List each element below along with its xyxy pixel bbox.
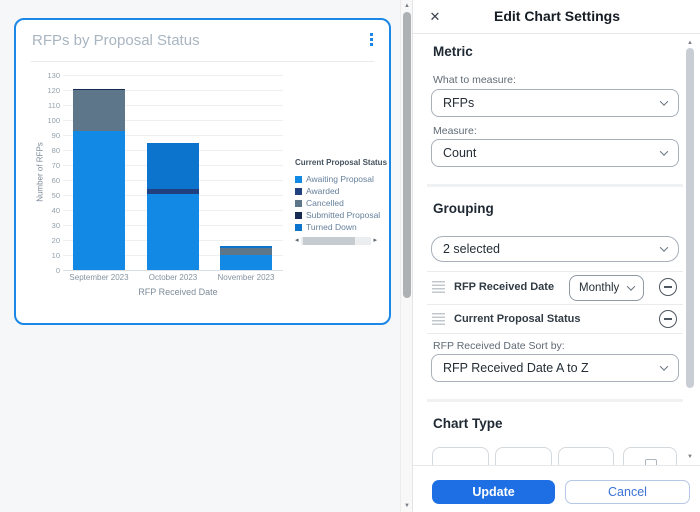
legend-item[interactable]: Awaiting Proposal (295, 173, 385, 185)
row-divider (427, 271, 683, 272)
grouping-row-label: RFP Received Date (454, 281, 555, 293)
panel-header: ✕ Edit Chart Settings (413, 0, 700, 34)
bar-segment[interactable] (147, 193, 199, 270)
legend-swatch (295, 211, 302, 219)
chevron-down-icon (626, 282, 636, 291)
row-divider (427, 333, 683, 334)
what-to-measure-select[interactable]: RFPs (431, 89, 679, 117)
metric-heading: Metric (433, 44, 473, 59)
chevron-down-icon (659, 362, 669, 371)
panel-scroll-thumb[interactable] (686, 48, 694, 388)
y-axis-tick: 60 (51, 176, 60, 185)
bar-segment[interactable] (73, 90, 125, 131)
legend-label: Awarded (306, 186, 340, 196)
y-axis-tick: 130 (47, 71, 60, 80)
what-to-measure-label: What to measure: (433, 74, 516, 86)
drag-handle-icon[interactable] (432, 313, 445, 325)
page-background: RFPs by Proposal Status 0 10 20 30 40 50 60 70 8… (0, 0, 400, 512)
panel-footer: Update Cancel (413, 465, 700, 512)
chart-legend: Current Proposal Status Awaiting Proposa… (295, 158, 388, 233)
y-axis-tick: 100 (47, 116, 60, 125)
grouping-multiselect[interactable]: 2 selected (431, 236, 679, 262)
grouping-heading: Grouping (433, 201, 494, 216)
legend-label: Turned Down (306, 222, 357, 232)
sort-by-select[interactable]: RFP Received Date A to Z (431, 354, 679, 382)
update-button[interactable]: Update (432, 480, 555, 504)
section-divider (427, 184, 683, 187)
legend-scroll-track[interactable] (300, 236, 372, 245)
legend-item[interactable]: Submitted Proposal (295, 209, 385, 221)
grouping-row-label: Current Proposal Status (454, 313, 581, 325)
sort-by-value: RFP Received Date A to Z (443, 361, 589, 375)
sort-by-label: RFP Received Date Sort by: (433, 340, 565, 352)
measure-value: Count (443, 146, 477, 160)
bar-segment[interactable] (220, 255, 272, 270)
y-axis-tick: 120 (47, 86, 60, 95)
scroll-down-icon[interactable]: ▼ (685, 452, 695, 462)
cancel-button[interactable]: Cancel (565, 480, 690, 504)
remove-grouping-icon[interactable] (659, 278, 677, 296)
legend-swatch (295, 199, 302, 207)
y-axis-tick: 110 (48, 101, 60, 110)
legend-label: Awaiting Proposal (306, 174, 374, 184)
x-axis-tick: September 2023 (69, 273, 129, 282)
edit-chart-settings-panel: ✕ Edit Chart Settings Metric What to mea… (412, 0, 700, 512)
measure-label: Measure: (433, 125, 477, 137)
chart-card: RFPs by Proposal Status 0 10 20 30 40 50 60 70 8… (14, 18, 391, 325)
page-scrollbar[interactable]: ▲ ▼ (400, 0, 412, 512)
scroll-right-icon[interactable]: ▸ (373, 236, 377, 245)
legend-swatch (295, 187, 302, 195)
x-axis-tick: October 2023 (148, 273, 198, 282)
row-divider (427, 304, 683, 305)
legend-item[interactable]: Cancelled (295, 197, 385, 209)
remove-grouping-icon[interactable] (659, 310, 677, 328)
y-axis-tick: 90 (51, 131, 60, 140)
chevron-down-icon (659, 147, 669, 156)
scroll-left-icon[interactable]: ◂ (295, 236, 299, 245)
chart-type-heading: Chart Type (433, 416, 503, 431)
scroll-up-icon[interactable]: ▲ (685, 38, 695, 48)
interval-value: Monthly (579, 282, 620, 294)
bar-segment[interactable] (73, 88, 125, 90)
legend-scrollbar[interactable]: ◂ ▸ (295, 236, 377, 245)
drag-handle-icon[interactable] (432, 281, 445, 293)
chevron-down-icon (659, 243, 669, 252)
y-axis-tick: 40 (51, 206, 60, 215)
legend-title: Current Proposal Status (295, 158, 388, 167)
y-axis-tick: 50 (51, 191, 60, 200)
gridline (63, 270, 283, 271)
page-scroll-thumb[interactable] (403, 12, 411, 298)
legend-item[interactable]: Awarded (295, 185, 385, 197)
x-axis-title: RFP Received Date (138, 287, 218, 297)
panel-title: Edit Chart Settings (493, 8, 620, 24)
y-axis-tick: 10 (51, 251, 60, 260)
legend-scroll-thumb[interactable] (302, 236, 355, 245)
bar-segment[interactable] (73, 130, 125, 270)
legend-item[interactable]: Turned Down (295, 221, 385, 233)
y-axis-tick: 80 (51, 146, 60, 155)
measure-select[interactable]: Count (431, 139, 679, 167)
bar-segment[interactable] (220, 246, 272, 248)
grouping-selected-value: 2 selected (443, 242, 500, 256)
legend-label: Cancelled (306, 198, 344, 208)
chevron-down-icon (659, 97, 669, 106)
x-axis-tick: November 2023 (217, 273, 275, 282)
section-divider (427, 399, 683, 402)
y-axis-tick: 30 (51, 221, 60, 230)
gridline (63, 75, 283, 76)
interval-select[interactable]: Monthly (569, 275, 644, 301)
y-axis-tick: 0 (55, 266, 60, 275)
legend-swatch (295, 223, 302, 231)
y-axis-title: Number of RFPs (35, 142, 45, 202)
y-axis-tick: 70 (51, 161, 60, 170)
legend-label: Submitted Proposal (306, 210, 381, 220)
bar-segment[interactable] (147, 142, 199, 189)
legend-swatch (295, 175, 302, 183)
what-to-measure-value: RFPs (443, 96, 475, 110)
bar-segment[interactable] (220, 247, 272, 255)
bar-segment[interactable] (147, 189, 199, 194)
y-axis-tick: 20 (51, 236, 60, 245)
